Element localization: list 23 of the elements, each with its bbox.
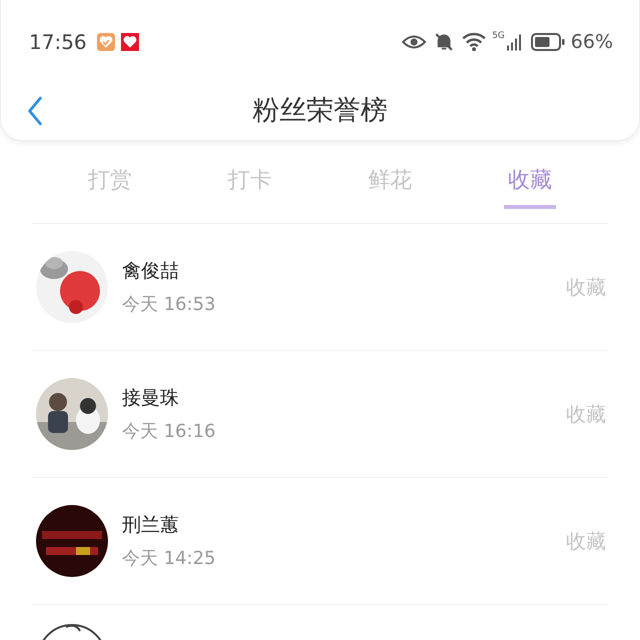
- tab[interactable]: 鲜花: [364, 161, 416, 209]
- timestamp: 今天 16:16: [122, 420, 217, 443]
- heart-icon: [120, 33, 139, 51]
- action-label: 收藏: [566, 528, 606, 554]
- tab[interactable]: 打赏: [84, 161, 136, 209]
- page-title: 粉丝荣誉榜: [252, 94, 388, 128]
- timestamp: 今天 16:53: [122, 293, 217, 316]
- user-name: 刑兰蕙: [122, 513, 180, 538]
- tab[interactable]: 打卡: [224, 161, 276, 209]
- user-name: 接曼珠: [122, 386, 180, 411]
- battery-icon: [530, 33, 565, 51]
- tab[interactable]: 收藏: [504, 161, 556, 209]
- user-name: 禽俊喆: [122, 259, 180, 284]
- action-label: 收藏: [566, 274, 606, 300]
- timestamp: 今天 14:25: [122, 547, 217, 570]
- network-type: 5G: [492, 31, 505, 41]
- back-icon[interactable]: [27, 96, 43, 126]
- signal-icon: [506, 34, 521, 50]
- action-label: 收藏: [566, 400, 606, 428]
- battery-percent: 66%: [570, 31, 613, 53]
- wifi-icon: [462, 32, 486, 52]
- heart-check-icon: [96, 33, 115, 51]
- status-time: 17:56: [29, 30, 87, 54]
